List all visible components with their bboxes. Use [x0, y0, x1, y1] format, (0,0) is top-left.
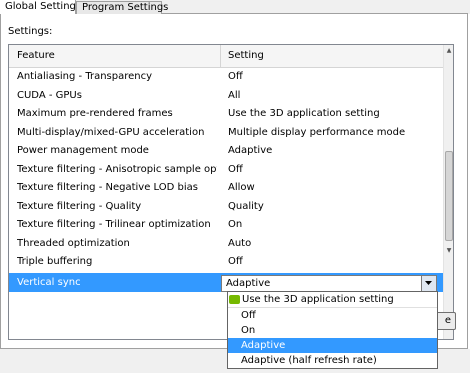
setting-value: Quality: [228, 200, 264, 212]
list-header: Feature Setting: [9, 45, 443, 68]
nvidia-logo-icon: [229, 295, 240, 304]
vertical-sync-dropdown[interactable]: Use the 3D application setting Off On Ad…: [227, 291, 438, 369]
feature-name: Texture filtering - Quality: [17, 200, 142, 212]
dropdown-option[interactable]: On: [228, 323, 437, 338]
setting-value: Allow: [228, 182, 255, 193]
setting-value: Off: [228, 256, 243, 267]
dropdown-option-highlighted[interactable]: Adaptive: [228, 338, 437, 353]
feature-name: Multi-display/mixed-GPU acceleration: [17, 126, 205, 138]
chevron-down-icon: [425, 281, 432, 285]
table-row[interactable]: Texture filtering - Negative LOD bias Al…: [9, 178, 443, 197]
table-row[interactable]: Antialiasing - Transparency Off: [9, 67, 443, 86]
setting-value: All: [228, 89, 241, 101]
option-label: Adaptive (half refresh rate): [241, 355, 377, 366]
column-header-setting[interactable]: Setting: [221, 45, 443, 67]
column-header-feature[interactable]: Feature: [9, 45, 221, 67]
setting-value: Off: [228, 163, 243, 175]
feature-name: Power management mode: [17, 145, 149, 156]
dropdown-option[interactable]: Adaptive (half refresh rate): [228, 353, 437, 368]
setting-value: Multiple display performance mode: [228, 126, 406, 138]
option-label: Use the 3D application setting: [242, 294, 394, 305]
option-label: On: [241, 325, 256, 336]
table-row[interactable]: Texture filtering - Anisotropic sample o…: [9, 160, 443, 179]
dropdown-option[interactable]: Off: [228, 308, 437, 323]
option-label: Adaptive: [241, 340, 286, 351]
feature-name: CUDA - GPUs: [17, 89, 82, 101]
table-row[interactable]: Power management mode Adaptive: [9, 141, 443, 160]
vertical-sync-combobox[interactable]: Adaptive: [221, 275, 437, 292]
table-row[interactable]: Texture filtering - Quality Quality: [9, 197, 443, 216]
feature-name: Texture filtering - Trilinear optimizati…: [17, 219, 211, 230]
settings-label: Settings:: [8, 26, 53, 37]
scroll-up-arrow-icon[interactable]: ▲: [444, 45, 453, 56]
dropdown-option[interactable]: Use the 3D application setting: [228, 292, 437, 308]
table-row[interactable]: Triple buffering Off: [9, 252, 443, 271]
dropdown-arrow-button[interactable]: [421, 276, 436, 291]
setting-value: Use the 3D application setting: [228, 108, 380, 119]
feature-name: Texture filtering - Anisotropic sample o…: [17, 163, 217, 175]
table-row[interactable]: Multi-display/mixed-GPU acceleration Mul…: [9, 123, 443, 142]
setting-value: Adaptive: [228, 145, 273, 156]
table-row[interactable]: Maximum pre-rendered frames Use the 3D a…: [9, 104, 443, 123]
tab-global-settings[interactable]: Global Settings: [0, 0, 81, 14]
feature-name: Threaded optimization: [17, 237, 130, 249]
scroll-down-arrow-icon[interactable]: ▼: [444, 245, 453, 256]
feature-name: Vertical sync: [17, 277, 81, 288]
scroll-thumb[interactable]: [445, 151, 453, 241]
feature-name: Maximum pre-rendered frames: [17, 108, 173, 119]
table-row[interactable]: Texture filtering - Trilinear optimizati…: [9, 215, 443, 234]
table-row[interactable]: Threaded optimization Auto: [9, 234, 443, 253]
tab-program-settings[interactable]: Program Settings: [76, 1, 168, 14]
setting-value: On: [228, 219, 243, 230]
table-row[interactable]: CUDA - GPUs All: [9, 86, 443, 105]
vertical-scrollbar[interactable]: ▲ ▼: [443, 45, 453, 339]
combo-value: Adaptive: [226, 278, 271, 289]
feature-name: Triple buffering: [17, 256, 93, 267]
setting-value: Off: [228, 71, 243, 82]
feature-name: Texture filtering - Negative LOD bias: [17, 182, 198, 193]
setting-value: Auto: [228, 237, 252, 249]
feature-name: Antialiasing - Transparency: [17, 71, 153, 82]
option-label: Off: [241, 310, 256, 321]
